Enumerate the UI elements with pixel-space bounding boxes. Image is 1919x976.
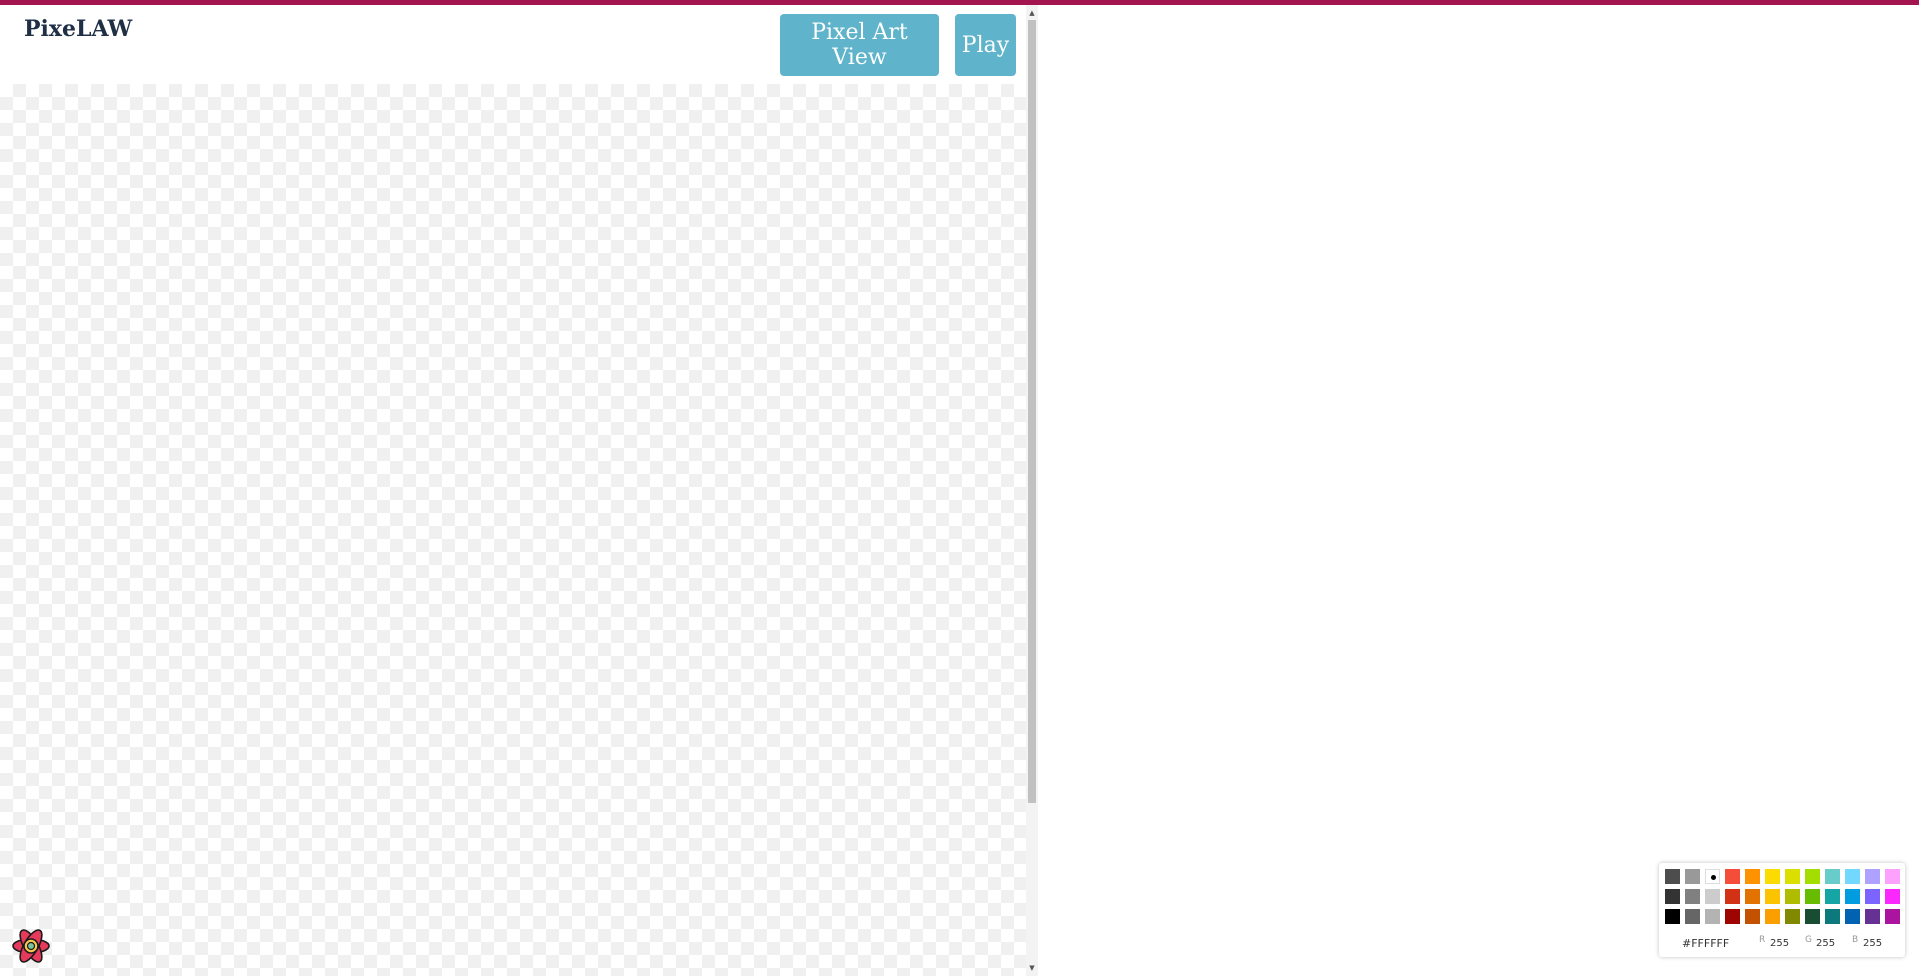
color-swatch[interactable] — [1745, 889, 1760, 904]
swatch-row — [1665, 889, 1900, 904]
color-swatch[interactable] — [1785, 889, 1800, 904]
color-swatch[interactable] — [1885, 909, 1900, 924]
swatch-row — [1665, 869, 1900, 884]
color-swatch[interactable] — [1765, 869, 1780, 884]
color-picker: #FFFFFF R 255 G 255 B 255 — [1659, 863, 1905, 957]
color-swatch[interactable] — [1885, 889, 1900, 904]
color-swatch[interactable] — [1665, 869, 1680, 884]
r-value[interactable]: 255 — [1770, 938, 1789, 949]
scrollbar-thumb[interactable] — [1028, 20, 1036, 803]
color-swatch[interactable] — [1785, 869, 1800, 884]
color-swatch[interactable] — [1725, 889, 1740, 904]
g-value[interactable]: 255 — [1816, 938, 1835, 949]
color-swatch[interactable] — [1685, 869, 1700, 884]
b-value[interactable]: 255 — [1863, 938, 1882, 949]
app-panel: PixeLAW Pixel Art View Play — [0, 5, 1026, 976]
color-swatch[interactable] — [1865, 909, 1880, 924]
color-swatch[interactable] — [1665, 889, 1680, 904]
down-arrow-icon[interactable]: ▼ — [1026, 962, 1038, 974]
hex-value[interactable]: #FFFFFF — [1682, 937, 1729, 950]
up-arrow-icon[interactable]: ▲ — [1026, 7, 1038, 19]
color-swatch[interactable] — [1785, 909, 1800, 924]
color-swatch[interactable] — [1825, 909, 1840, 924]
color-swatch[interactable] — [1765, 909, 1780, 924]
color-swatch[interactable] — [1685, 889, 1700, 904]
color-swatch[interactable] — [1805, 889, 1820, 904]
app-title: PixeLAW — [24, 16, 133, 42]
color-swatch[interactable] — [1805, 909, 1820, 924]
color-values: #FFFFFF R 255 G 255 B 255 — [1659, 935, 1905, 951]
b-label: B — [1852, 935, 1859, 945]
pixel-art-view-button[interactable]: Pixel Art View — [780, 14, 939, 76]
color-swatch[interactable] — [1825, 869, 1840, 884]
color-swatch[interactable] — [1745, 909, 1760, 924]
color-swatch[interactable] — [1865, 889, 1880, 904]
play-button[interactable]: Play — [955, 14, 1016, 76]
color-swatch[interactable] — [1685, 909, 1700, 924]
color-swatch[interactable] — [1665, 909, 1680, 924]
color-swatch[interactable] — [1705, 909, 1720, 924]
color-swatch[interactable] — [1845, 889, 1860, 904]
swatch-row — [1665, 909, 1900, 924]
g-label: G — [1805, 935, 1812, 945]
color-swatch[interactable] — [1705, 869, 1720, 884]
color-swatch[interactable] — [1725, 909, 1740, 924]
color-swatch[interactable] — [1865, 869, 1880, 884]
pixel-canvas[interactable] — [0, 84, 1026, 976]
r-label: R — [1759, 935, 1766, 945]
color-swatch[interactable] — [1805, 869, 1820, 884]
color-swatch[interactable] — [1745, 869, 1760, 884]
color-swatch[interactable] — [1885, 869, 1900, 884]
color-swatch[interactable] — [1765, 889, 1780, 904]
react-logo-icon[interactable] — [10, 925, 52, 967]
color-swatch[interactable] — [1825, 889, 1840, 904]
color-swatch[interactable] — [1845, 909, 1860, 924]
vertical-scrollbar[interactable]: ▲ ▼ — [1026, 5, 1038, 976]
color-swatch[interactable] — [1725, 869, 1740, 884]
color-swatch[interactable] — [1705, 889, 1720, 904]
color-swatch[interactable] — [1845, 869, 1860, 884]
